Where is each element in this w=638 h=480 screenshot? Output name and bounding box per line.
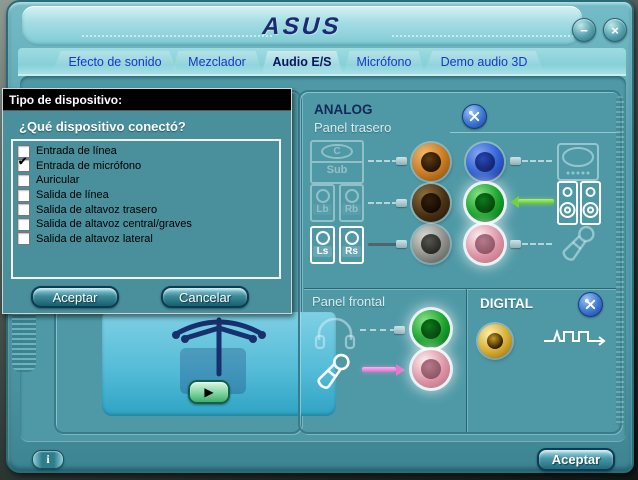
digital-waveform-icon	[544, 328, 606, 346]
analog-settings-wrench-icon[interactable]	[462, 104, 487, 129]
center-speaker-label: C	[321, 144, 353, 159]
title-bar: ASUS	[22, 6, 582, 46]
analog-header-rule	[450, 132, 620, 133]
check-mark: ✔	[18, 156, 28, 169]
left-back-label: Lb	[313, 204, 332, 215]
connector-dashed	[368, 202, 398, 204]
option-auricular[interactable]: Auricular	[15, 173, 277, 188]
tab-microfono[interactable]: Micrófono	[344, 51, 424, 73]
option-salida-altavoz-central-graves[interactable]: Salida de altavoz central/graves	[15, 217, 277, 232]
info-button[interactable]: i	[32, 450, 64, 469]
plug-icon	[510, 240, 521, 248]
option-label: Entrada de micrófono	[36, 159, 142, 172]
active-connection-green	[518, 199, 554, 204]
section-divider	[304, 288, 616, 289]
decorative-dotted-line	[392, 35, 582, 37]
option-salida-de-linea[interactable]: Salida de línea	[15, 188, 277, 203]
jack-rear-speakers-black[interactable]	[412, 184, 450, 222]
checkbox[interactable]	[17, 188, 30, 202]
jack-center-sub-orange[interactable]	[412, 143, 450, 181]
left-back-speaker-indicator: Lb	[310, 184, 335, 222]
right-back-speaker-indicator: Rb	[339, 184, 364, 222]
section-divider	[466, 289, 467, 432]
option-label: Salida de línea	[36, 189, 109, 202]
asus-logo: ASUS	[259, 13, 345, 40]
rear-microphone-icon	[562, 225, 595, 261]
info-icon: i	[46, 452, 50, 466]
front-microphone-icon	[317, 353, 350, 389]
rear-panel-label: Panel trasero	[314, 120, 392, 135]
front-speakers-icon	[557, 181, 601, 225]
jack-line-out-green[interactable]	[466, 184, 504, 222]
dialog-title-bar: Tipo de dispositivo:	[3, 89, 291, 111]
connector-dashed	[368, 160, 398, 162]
option-label: Salida de altavoz lateral	[36, 232, 153, 245]
play-test-button[interactable]: ▶	[188, 380, 230, 404]
connector-dashed	[522, 243, 552, 245]
decorative-dotted-line	[82, 35, 272, 37]
jack-mic-in-pink[interactable]	[466, 225, 504, 263]
sub-speaker-label: Sub	[312, 161, 362, 176]
play-icon: ▶	[204, 385, 214, 399]
pink-arrowhead	[396, 364, 405, 376]
analog-section-title: ANALOG	[314, 102, 373, 117]
plug-icon	[394, 326, 405, 334]
option-entrada-de-linea[interactable]: Entrada de línea	[15, 144, 277, 159]
option-label: Entrada de línea	[36, 145, 117, 158]
device-type-dialog: Tipo de dispositivo: ¿Qué dispositivo co…	[2, 88, 292, 314]
dialog-cancel-button[interactable]: Cancelar	[161, 286, 249, 308]
checkbox[interactable]: ✔	[17, 156, 30, 173]
connector-dashed	[360, 329, 396, 331]
option-label: Auricular	[36, 174, 80, 187]
left-side-label: Ls	[313, 246, 332, 257]
option-label: Salida de altavoz trasero	[36, 203, 158, 216]
dialog-accept-button[interactable]: Aceptar	[31, 286, 119, 308]
jack-spdif-gold[interactable]	[478, 324, 512, 358]
minimize-button[interactable]: −	[572, 18, 596, 42]
close-button[interactable]: ×	[603, 18, 627, 42]
plug-icon	[396, 157, 407, 165]
tab-bar: Efecto de sonido Mezclador Audio E/S Mic…	[18, 48, 626, 76]
right-side-speaker-indicator: Rs	[339, 226, 364, 264]
checkbox[interactable]	[17, 173, 30, 187]
connector-dashed	[522, 160, 552, 162]
jack-front-headphone-green[interactable]	[412, 310, 450, 348]
line-in-device-icon	[557, 143, 599, 181]
left-side-speaker-indicator: Ls	[310, 226, 335, 264]
checkbox[interactable]	[17, 203, 30, 217]
plug-icon	[396, 240, 407, 248]
option-entrada-de-microfono[interactable]: ✔ Entrada de micrófono	[15, 156, 277, 174]
headphones-icon	[314, 317, 356, 350]
jack-side-speakers-gray[interactable]	[412, 225, 450, 263]
center-sub-speaker-indicator: C Sub	[310, 140, 364, 184]
digital-section-title: DIGITAL	[480, 296, 533, 311]
plug-icon	[510, 157, 521, 165]
tab-efecto-de-sonido[interactable]: Efecto de sonido	[52, 51, 178, 73]
front-panel-label: Panel frontal	[312, 294, 385, 309]
right-back-label: Rb	[342, 204, 361, 215]
tab-audio-es[interactable]: Audio E/S	[262, 51, 342, 73]
right-side-label: Rs	[342, 246, 361, 257]
audio-io-panel: ANALOG Panel trasero C Sub Lb Rb Ls Rs P…	[298, 90, 622, 434]
device-options-list: Entrada de línea ✔ Entrada de micrófono …	[11, 139, 281, 279]
connector-solid	[368, 243, 398, 246]
tab-demo-audio-3d[interactable]: Demo audio 3D	[424, 51, 544, 73]
option-salida-altavoz-trasero[interactable]: Salida de altavoz trasero	[15, 202, 277, 217]
tab-mezclador[interactable]: Mezclador	[172, 51, 262, 73]
frame-ridges-right	[616, 96, 624, 426]
checkbox[interactable]	[17, 217, 30, 231]
jack-line-in-blue[interactable]	[466, 143, 504, 181]
plug-icon	[396, 199, 407, 207]
active-connection-pink	[362, 367, 396, 372]
jack-front-mic-pink[interactable]	[412, 350, 450, 388]
option-label: Salida de altavoz central/graves	[36, 218, 192, 231]
option-salida-altavoz-lateral[interactable]: Salida de altavoz lateral	[15, 232, 277, 247]
footer-accept-button[interactable]: Aceptar	[537, 448, 615, 471]
checkbox[interactable]	[17, 232, 30, 246]
dialog-question: ¿Qué dispositivo conectó?	[19, 119, 186, 134]
digital-settings-wrench-icon[interactable]	[578, 292, 603, 317]
